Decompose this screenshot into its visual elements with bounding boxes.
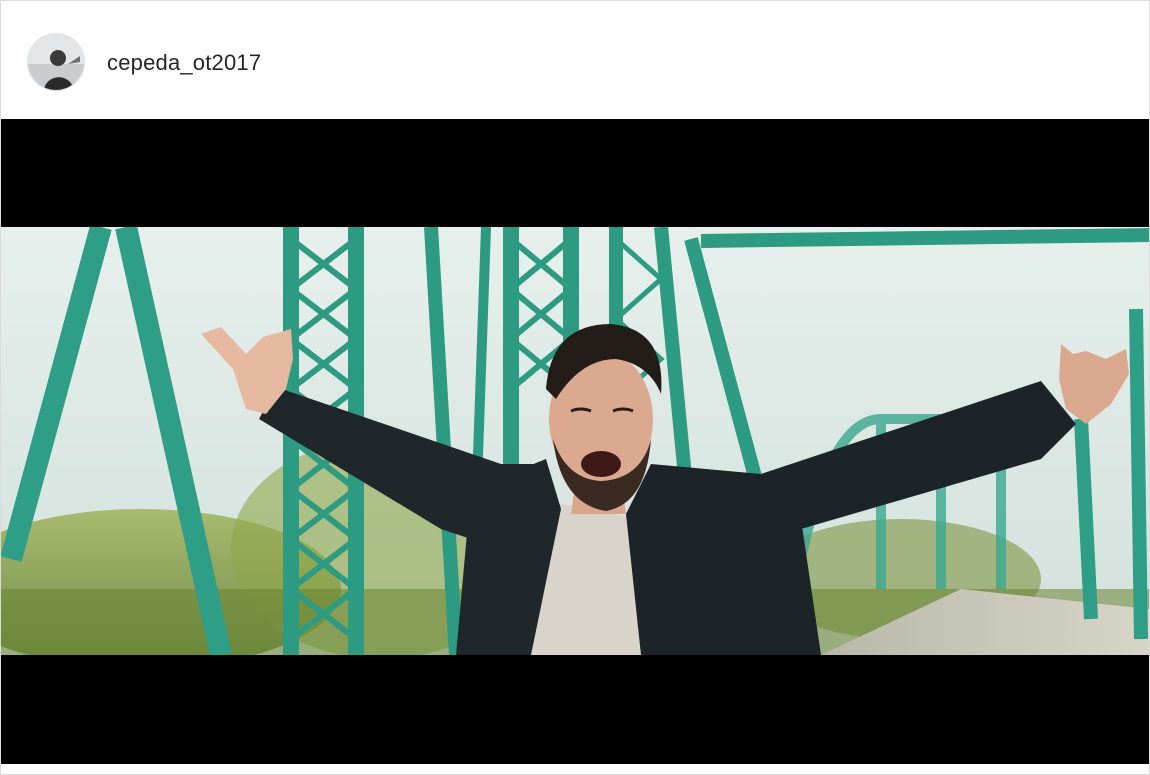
- post-username[interactable]: cepeda_ot2017: [107, 49, 261, 77]
- post-card: cepeda_ot2017: [0, 0, 1150, 775]
- post-header: cepeda_ot2017: [1, 1, 1149, 120]
- post-footer: [1, 764, 1149, 774]
- avatar-image: [28, 34, 84, 90]
- video-frame: [1, 119, 1149, 764]
- post-media[interactable]: [1, 119, 1149, 764]
- avatar[interactable]: [27, 33, 85, 91]
